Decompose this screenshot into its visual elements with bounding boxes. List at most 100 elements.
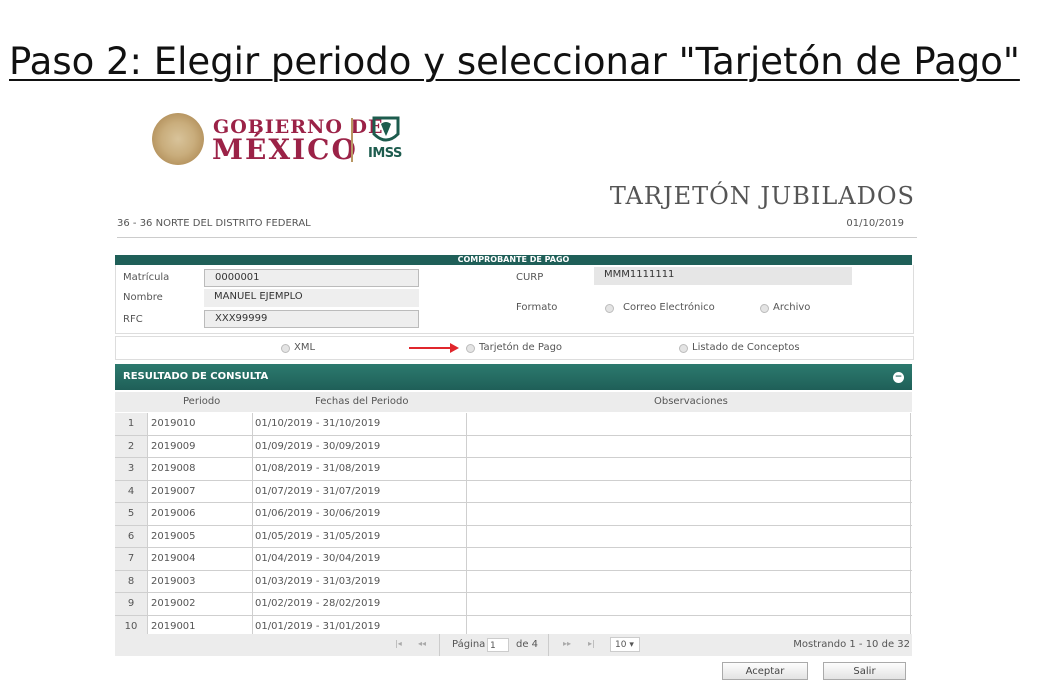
rfc-field[interactable]: XXX99999 xyxy=(204,310,419,328)
cell-divider xyxy=(252,435,253,457)
col-fechas[interactable]: Fechas del Periodo xyxy=(315,396,408,407)
fecha-label: 01/10/2019 xyxy=(846,218,904,229)
row-number: 8 xyxy=(115,570,148,592)
periodo-cell: 2019004 xyxy=(151,553,196,564)
prev-page-button[interactable]: ◂◂ xyxy=(418,639,426,648)
correo-radio[interactable] xyxy=(605,304,614,313)
comprobante-heading: COMPROBANTE DE PAGO xyxy=(115,255,912,265)
periodo-cell: 2019003 xyxy=(151,575,196,587)
logo-divider xyxy=(351,118,353,162)
cell-divider xyxy=(466,525,467,547)
comprobante-form: Matrícula 0000001 Nombre MANUEL EJEMPLO … xyxy=(115,265,914,334)
table-row[interactable]: 4 2019007 01/07/2019 - 31/07/2019 xyxy=(115,480,912,503)
resultado-heading: RESULTADO DE CONSULTA − xyxy=(115,364,912,390)
pager-divider xyxy=(548,634,549,656)
cell-divider xyxy=(252,503,253,525)
cell-divider xyxy=(252,413,253,435)
pointer-arrow-icon xyxy=(409,347,453,349)
tarjeton-title: TARJETÓN JUBILADOS xyxy=(609,182,915,210)
table-row[interactable]: 1 2019010 01/10/2019 - 31/10/2019 xyxy=(115,413,912,436)
cell-divider xyxy=(910,503,911,525)
last-page-button[interactable]: ▸| xyxy=(588,639,595,648)
xml-label: XML xyxy=(294,342,316,353)
cell-divider xyxy=(466,413,467,435)
table-row[interactable]: 7 2019004 01/04/2019 - 30/04/2019 xyxy=(115,548,912,571)
col-observaciones[interactable]: Observaciones xyxy=(654,396,728,407)
tarjeton-label: Tarjetón de Pago xyxy=(479,342,563,353)
table-row[interactable]: 6 2019005 01/05/2019 - 31/05/2019 xyxy=(115,525,912,548)
row-number: 4 xyxy=(115,480,148,502)
delegacion-label: 36 - 36 NORTE DEL DISTRITO FEDERAL xyxy=(117,218,311,229)
cell-divider xyxy=(252,570,253,592)
table-row[interactable]: 2 2019009 01/09/2019 - 30/09/2019 xyxy=(115,435,912,458)
cell-divider xyxy=(466,480,467,502)
cell-divider xyxy=(910,413,911,435)
cell-divider xyxy=(466,570,467,592)
table-header: Periodo Fechas del Periodo Observaciones xyxy=(115,392,912,412)
curp-field[interactable]: MMM1111111 xyxy=(594,267,852,285)
row-number: 6 xyxy=(115,525,148,547)
cell-divider xyxy=(252,480,253,502)
table-row[interactable]: 9 2019002 01/02/2019 - 28/02/2019 xyxy=(115,593,912,616)
rfc-label: RFC xyxy=(123,314,143,325)
page-title: Paso 2: Elegir periodo y seleccionar "Ta… xyxy=(9,40,1020,83)
resultado-heading-text: RESULTADO DE CONSULTA xyxy=(123,371,269,382)
cell-divider xyxy=(466,503,467,525)
cell-divider xyxy=(466,435,467,457)
cell-divider xyxy=(466,548,467,570)
cell-divider xyxy=(466,593,467,615)
fechas-cell: 01/08/2019 - 31/08/2019 xyxy=(255,463,381,474)
archivo-label: Archivo xyxy=(773,302,811,313)
first-page-button[interactable]: |◂ xyxy=(395,639,402,648)
nombre-label: Nombre xyxy=(123,292,163,303)
imss-logo-icon xyxy=(372,116,400,142)
correo-label: Correo Electrónico xyxy=(623,302,715,313)
table-row[interactable]: 8 2019003 01/03/2019 - 31/03/2019 xyxy=(115,570,912,593)
archivo-radio[interactable] xyxy=(760,304,769,313)
cell-divider xyxy=(910,525,911,547)
pager-divider xyxy=(439,634,440,656)
row-number: 3 xyxy=(115,458,148,480)
cell-divider xyxy=(910,548,911,570)
pagina-label: Página xyxy=(452,639,486,650)
listado-label: Listado de Conceptos xyxy=(692,342,800,353)
cell-divider xyxy=(252,593,253,615)
nombre-field[interactable]: MANUEL EJEMPLO xyxy=(204,289,419,307)
col-periodo[interactable]: Periodo xyxy=(183,396,220,407)
cell-divider xyxy=(466,458,467,480)
periodo-cell: 2019007 xyxy=(151,485,196,497)
periodo-cell: 2019009 xyxy=(151,440,196,452)
fechas-cell: 01/05/2019 - 31/05/2019 xyxy=(255,530,381,542)
collapse-icon[interactable]: − xyxy=(893,372,904,383)
cell-divider xyxy=(910,570,911,592)
tarjeton-radio[interactable] xyxy=(466,344,475,353)
pointer-arrowhead-icon xyxy=(450,343,459,353)
row-number: 9 xyxy=(115,593,148,615)
page-input[interactable]: 1 xyxy=(487,638,509,652)
cell-divider xyxy=(252,548,253,570)
tipo-documento-options: XML Tarjetón de Pago Listado de Concepto… xyxy=(115,336,914,360)
matricula-field[interactable]: 0000001 xyxy=(204,269,419,287)
salir-button[interactable]: Salir xyxy=(823,662,906,680)
xml-radio[interactable] xyxy=(281,344,290,353)
periodo-cell: 2019008 xyxy=(151,463,196,474)
fechas-cell: 01/07/2019 - 31/07/2019 xyxy=(255,485,381,497)
table-row[interactable]: 3 2019008 01/08/2019 - 31/08/2019 xyxy=(115,458,912,481)
aceptar-button[interactable]: Aceptar xyxy=(722,662,808,680)
fechas-cell: 01/03/2019 - 31/03/2019 xyxy=(255,575,381,587)
formato-label: Formato xyxy=(516,302,558,313)
cell-divider xyxy=(910,593,911,615)
row-number: 7 xyxy=(115,548,148,570)
periodo-cell: 2019002 xyxy=(151,598,196,609)
matricula-label: Matrícula xyxy=(123,272,170,283)
header-divider xyxy=(117,237,917,238)
fechas-cell: 01/04/2019 - 30/04/2019 xyxy=(255,553,381,564)
page-size-select[interactable]: 10 ▾ xyxy=(610,637,640,652)
imss-logo-text: IMSS xyxy=(368,146,402,161)
table-row[interactable]: 5 2019006 01/06/2019 - 30/06/2019 xyxy=(115,503,912,526)
listado-radio[interactable] xyxy=(679,344,688,353)
row-number: 1 xyxy=(115,413,148,435)
pager-bar: |◂ ◂◂ Página 1 de 4 ▸▸ ▸| 10 ▾ Mostrando… xyxy=(115,634,912,656)
next-page-button[interactable]: ▸▸ xyxy=(563,639,571,648)
fechas-cell: 01/10/2019 - 31/10/2019 xyxy=(255,418,381,429)
